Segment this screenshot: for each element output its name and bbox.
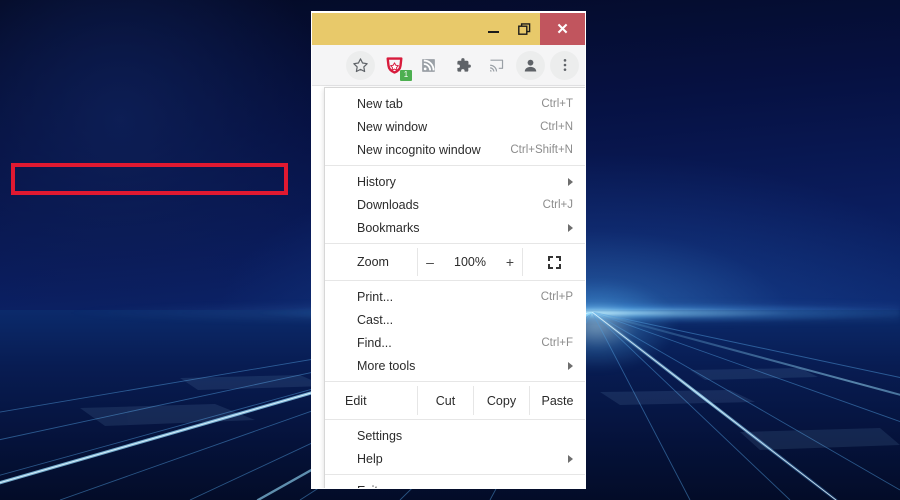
menu-item-shortcut: Ctrl+T [541,97,573,110]
restore-icon [518,22,531,35]
menu-item-shortcut: Ctrl+N [540,120,573,133]
menu-item-new-incognito-window[interactable]: New incognito window Ctrl+Shift+N [325,138,585,161]
menu-item-help[interactable]: Help [325,447,585,470]
extension-badge-count: 1 [400,69,412,81]
menu-separator [325,280,585,281]
menu-item-new-window[interactable]: New window Ctrl+N [325,115,585,138]
chevron-right-icon [568,223,573,232]
maximize-button[interactable] [509,13,540,45]
menu-item-exit[interactable]: Exit [325,479,585,489]
zoom-label: Zoom [357,255,389,269]
kebab-menu-icon [563,59,566,71]
menu-item-shortcut: Ctrl+P [540,290,573,303]
zoom-out-button[interactable]: – [423,254,437,270]
minimize-button[interactable] [478,13,509,45]
zoom-in-button[interactable]: + [503,254,517,270]
rss-feed-icon [422,58,435,72]
cut-button[interactable]: Cut [417,386,473,415]
menu-separator [325,381,585,382]
zoom-controls: – 100% + [417,248,523,276]
close-icon: ✕ [556,20,569,38]
rss-feed-button[interactable] [414,51,443,80]
browser-window: ✕ 1 New tab Ctrl+T New window Ctrl+N New… [311,11,586,489]
menu-item-label: More tools [357,358,416,373]
menu-item-label: Cast... [357,312,394,327]
browser-toolbar: 1 [312,45,585,86]
menu-separator [325,419,585,420]
menu-item-label: Settings [357,428,403,443]
menu-item-label: Bookmarks [357,220,420,235]
menu-item-downloads[interactable]: Downloads Ctrl+J [325,193,585,216]
menu-item-bookmarks[interactable]: Bookmarks [325,216,585,239]
menu-item-find[interactable]: Find... Ctrl+F [325,331,585,354]
edit-label: Edit [345,393,367,408]
cast-icon [490,59,504,72]
window-controls: ✕ [478,13,585,45]
kebab-menu-button[interactable] [550,50,579,80]
puzzle-extensions-icon [456,58,471,72]
bookmark-star-icon [353,57,368,72]
menu-item-shortcut: Ctrl+Shift+N [510,143,573,156]
menu-item-label: New window [357,119,428,134]
screen: ✕ 1 New tab Ctrl+T New window Ctrl+N New… [0,0,900,500]
menu-item-new-tab[interactable]: New tab Ctrl+T [325,92,585,115]
menu-separator [325,243,585,244]
bookmark-star-button[interactable] [346,50,375,80]
paste-button[interactable]: Paste [529,386,585,415]
profile-avatar-button[interactable] [516,50,545,80]
chevron-right-icon [568,454,573,463]
puzzle-extensions-button[interactable] [448,51,477,80]
menu-edit-row: Edit Cut Copy Paste [325,386,585,415]
zoom-level-value: 100% [454,255,486,269]
window-titlebar[interactable]: ✕ [312,13,585,45]
minimize-icon [488,31,499,33]
menu-item-history[interactable]: History [325,170,585,193]
cast-button[interactable] [482,51,511,80]
extension-shield-button[interactable]: 1 [380,51,412,81]
fullscreen-icon [547,255,561,269]
menu-item-label: Print... [357,289,394,304]
fullscreen-button[interactable] [523,248,585,276]
profile-avatar-icon [524,59,537,72]
menu-item-label: Find... [357,335,392,350]
menu-item-cast[interactable]: Cast... [325,308,585,331]
menu-item-settings[interactable]: Settings [325,424,585,447]
menu-item-shortcut: Ctrl+J [542,198,573,211]
menu-separator [325,165,585,166]
chrome-main-menu: New tab Ctrl+T New window Ctrl+N New inc… [324,87,585,489]
menu-item-label: Downloads [357,197,419,212]
menu-item-more-tools[interactable]: More tools [325,354,585,377]
close-button[interactable]: ✕ [540,13,585,45]
menu-item-label: New tab [357,96,403,111]
menu-item-print[interactable]: Print... Ctrl+P [325,285,585,308]
menu-zoom-row: Zoom – 100% + [325,248,585,276]
menu-item-label: History [357,174,396,189]
menu-item-label: Help [357,451,383,466]
copy-button[interactable]: Copy [473,386,529,415]
chevron-right-icon [568,177,573,186]
menu-separator [325,474,585,475]
chevron-right-icon [568,361,573,370]
menu-item-label: Exit [357,484,378,489]
menu-item-label: New incognito window [357,142,481,157]
menu-item-shortcut: Ctrl+F [541,336,573,349]
